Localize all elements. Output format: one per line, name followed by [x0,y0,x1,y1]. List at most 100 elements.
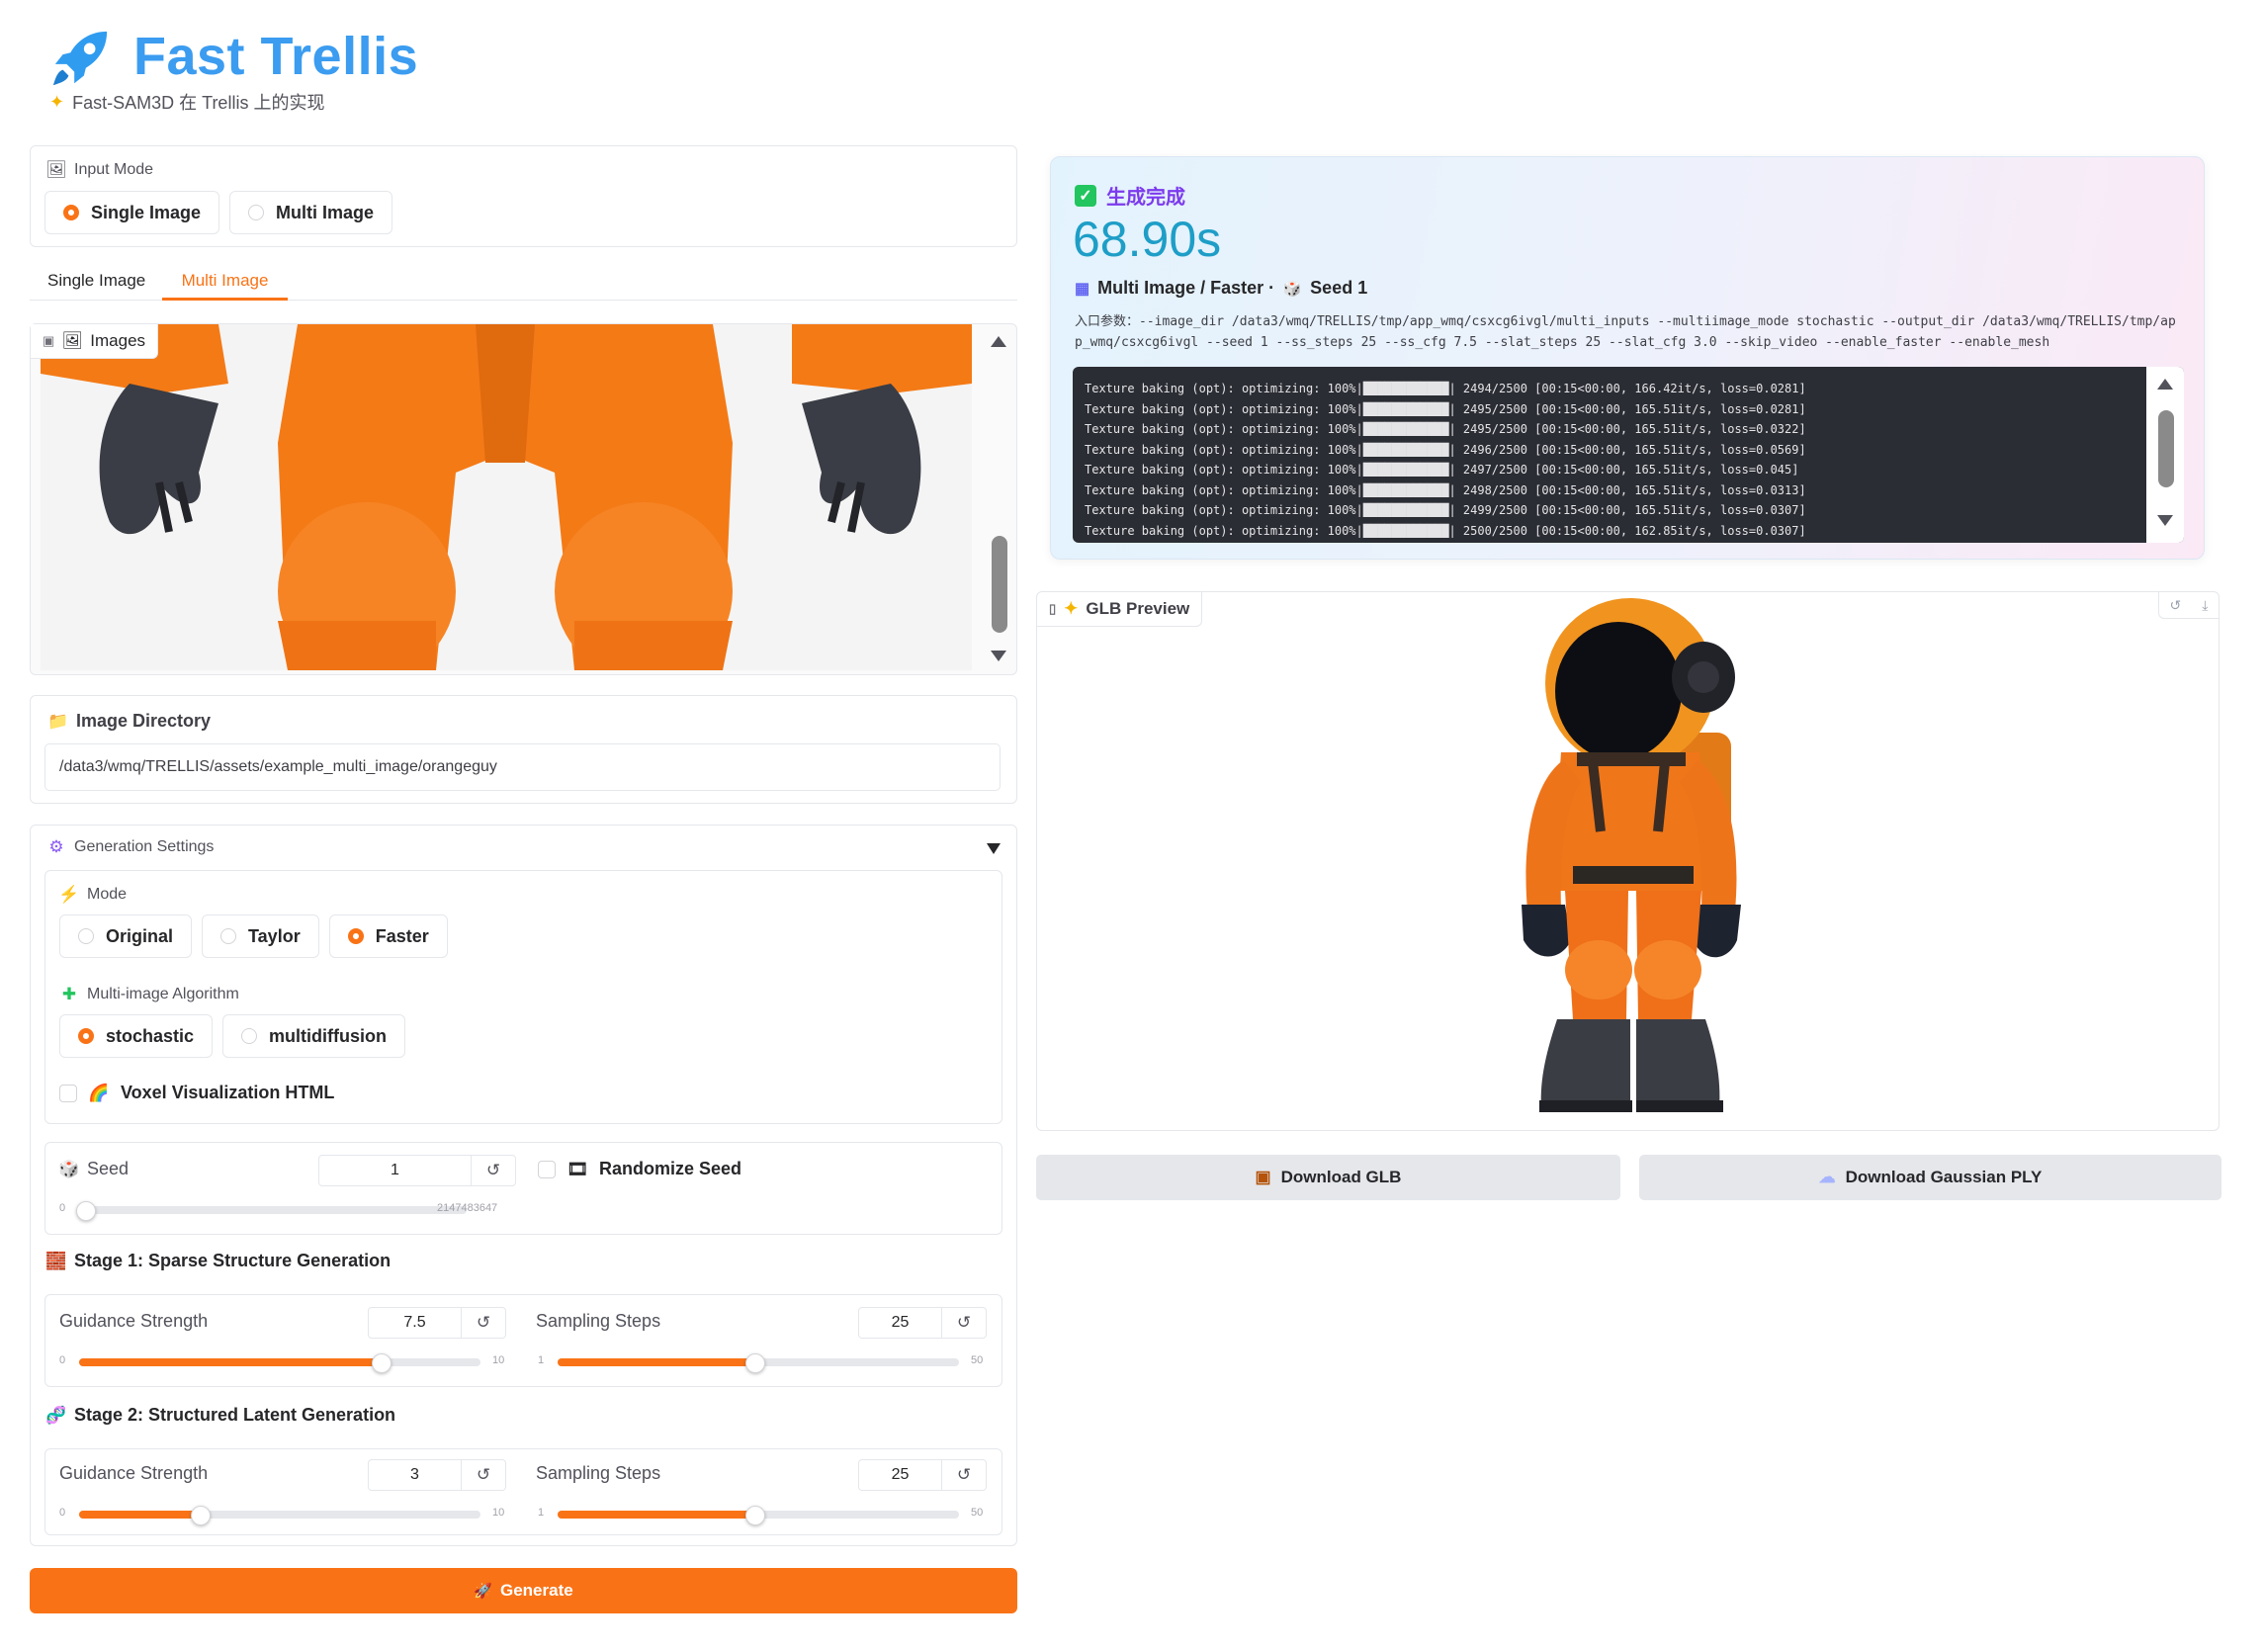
slider-min: 0 [59,1354,66,1366]
stage1-guidance-slider[interactable] [79,1353,480,1373]
scroll-thumb[interactable] [2158,410,2174,487]
puzzle-icon: ✚ [61,985,77,1003]
image-directory-panel: 📁 Image Directory /data3/wmq/TRELLIS/ass… [30,695,1017,804]
slider-max: 10 [492,1507,505,1519]
reset-icon[interactable]: ↺ [471,1156,515,1185]
glb-label: GLB Preview [1086,599,1190,618]
slider-thumb[interactable] [744,1353,765,1373]
log-line: Texture baking (opt): optimizing: 100%|█… [1085,463,1799,477]
slider-max: 10 [492,1354,505,1366]
input-mode-single-radio[interactable]: Single Image [44,191,220,234]
seed-slider-thumb[interactable] [76,1201,96,1221]
gallery-scrollbar[interactable] [981,324,1016,670]
generation-settings-header[interactable]: ⚙ Generation Settings [46,837,1001,863]
stage1-title: Stage 1: Sparse Structure Generation [74,1251,392,1270]
film-icon: 🎞 [566,1159,588,1178]
glb-model-viewer[interactable] [1482,594,1779,1128]
slider-thumb[interactable] [371,1353,392,1373]
download-ply-button[interactable]: ☁ Download Gaussian PLY [1639,1155,2221,1200]
stage2-steps-input[interactable]: 25 ↺ [858,1459,987,1491]
reset-icon[interactable]: ↺ [941,1308,986,1338]
images-gallery: ▣ 🖼 Images [30,323,1017,675]
scroll-up-icon[interactable] [2157,379,2173,390]
download-glb-button[interactable]: ▣ Download GLB [1036,1155,1620,1200]
result-mode: Multi Image / Faster · [1097,278,1275,298]
gallery-image[interactable] [41,324,972,670]
generate-button[interactable]: 🚀 Generate [30,1568,1017,1613]
dice-icon: 🎲 [1282,280,1302,298]
slider-min: 0 [59,1507,66,1519]
seed-slider[interactable] [76,1201,467,1221]
scroll-down-icon[interactable] [2157,515,2173,526]
radio-label: Multi Image [276,202,375,222]
slider-max: 50 [971,1354,984,1366]
image-directory-input[interactable]: /data3/wmq/TRELLIS/assets/example_multi_… [44,743,1001,791]
algo-stochastic-radio[interactable]: stochastic [59,1014,214,1058]
seed-value: 1 [391,1162,399,1178]
rocket-icon: 🚀 [474,1583,492,1600]
radio-label: Original [106,925,174,946]
algo-multidiffusion-radio[interactable]: multidiffusion [222,1014,406,1058]
radio-dot [248,205,265,220]
tab-label: Multi Image [181,271,269,290]
app-title: Fast Trellis [133,27,419,86]
result-args: 入口参数：--image_dir /data3/wmq/TRELLIS/tmp/… [1075,314,2176,350]
stage2-steps-value: 25 [891,1466,910,1483]
randomize-seed-checkbox[interactable] [538,1160,556,1178]
voxel-checkbox[interactable] [59,1084,77,1102]
log-line: Texture baking (opt): optimizing: 100%|█… [1085,503,1806,517]
scroll-down-icon[interactable] [991,651,1006,661]
stage2-steps-slider[interactable] [558,1506,959,1525]
slider-thumb[interactable] [744,1506,765,1525]
tab-single-image[interactable]: Single Image [47,271,145,291]
file-icon: ▯ [1049,601,1057,616]
generation-settings-panel: ⚙ Generation Settings ⚡ Mode Original Ta… [30,825,1017,1546]
reset-icon[interactable]: ↺ [461,1460,505,1490]
download-icon[interactable]: ⤓ [2202,597,2208,614]
stage1-block: Guidance Strength 7.5 ↺ 0 10 Sampling St… [44,1294,1002,1387]
stage2-title: Stage 2: Structured Latent Generation [74,1405,396,1425]
app-subtitle: Fast-SAM3D 在 Trellis 上的实现 [72,93,325,113]
cloud-icon: ☁ [1818,1168,1836,1186]
log-line: Texture baking (opt): optimizing: 100%|█… [1085,482,1806,497]
radio-label: Single Image [91,202,202,222]
stage2-guidance-slider[interactable] [79,1506,480,1525]
result-status: 生成完成 [1106,187,1185,209]
stage1-steps-label: Sampling Steps [536,1311,661,1331]
radio-dot [347,928,364,944]
log-scrollbar[interactable] [2146,367,2184,543]
mode-taylor-radio[interactable]: Taylor [202,914,319,958]
stage2-guidance-input[interactable]: 3 ↺ [368,1459,506,1491]
slider-min: 1 [538,1507,545,1519]
dna-icon: 🧬 [45,1405,67,1425]
collapse-arrow-icon[interactable] [987,843,1001,854]
undo-icon[interactable]: ↺ [2170,597,2182,614]
seed-input[interactable]: 1 ↺ [318,1155,516,1186]
mode-faster-radio[interactable]: Faster [328,914,448,958]
input-mode-label: Input Mode [74,161,154,178]
log-console[interactable]: Texture baking (opt): optimizing: 100%|█… [1073,367,2184,543]
log-line: Texture baking (opt): optimizing: 100%|█… [1085,422,1806,436]
stage1-guidance-input[interactable]: 7.5 ↺ [368,1307,506,1339]
scroll-up-icon[interactable] [991,336,1006,347]
reset-icon[interactable]: ↺ [941,1460,986,1490]
reset-icon[interactable]: ↺ [461,1308,505,1338]
image-icon: ▣ [43,333,55,348]
slider-fill [558,1511,754,1519]
radio-dot [78,1028,94,1044]
input-mode-multi-radio[interactable]: Multi Image [229,191,393,234]
stage1-steps-slider[interactable] [558,1353,959,1373]
log-line: Texture baking (opt): optimizing: 100%|█… [1085,523,1806,538]
images-label-badge: ▣ 🖼 Images [31,324,159,359]
slider-fill [558,1358,754,1366]
randomize-seed-label: Randomize Seed [599,1159,742,1178]
glb-toolbar: ↺ ⤓ [2158,592,2219,619]
seed-block: 🎲 Seed 1 ↺ 0 2147483647 🎞 Randomize Seed [44,1142,1002,1235]
scroll-thumb[interactable] [992,536,1007,633]
radio-dot [220,928,237,944]
tab-multi-image[interactable]: Multi Image [162,263,288,301]
slider-thumb[interactable] [190,1506,211,1525]
generation-settings-label: Generation Settings [74,838,215,855]
mode-original-radio[interactable]: Original [59,914,193,958]
stage1-steps-input[interactable]: 25 ↺ [858,1307,987,1339]
